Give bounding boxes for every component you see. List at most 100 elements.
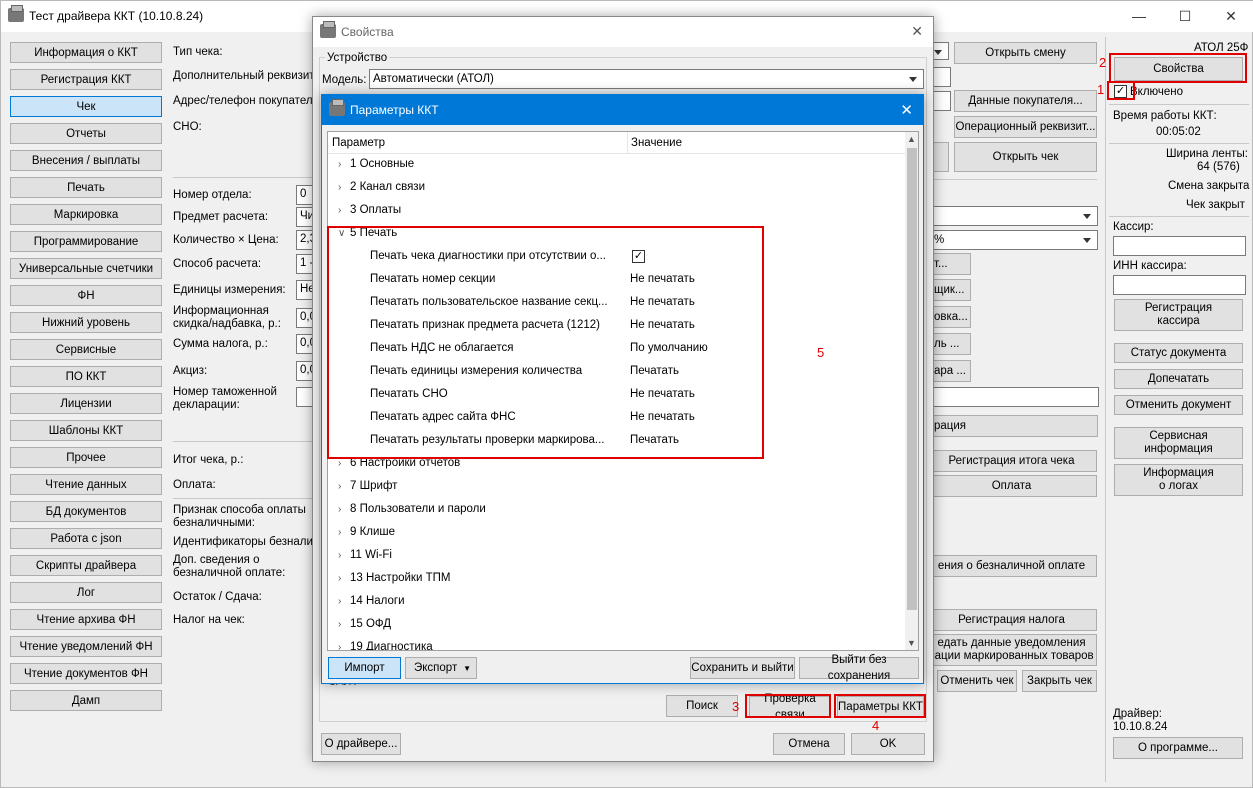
sidebar-item[interactable]: ПО ККТ [10,366,162,387]
marking-button[interactable]: овка... [933,306,971,328]
register-total-button[interactable]: Регистрация итога чека [926,450,1097,472]
sidebar-item[interactable]: Чтение документов ФН [10,663,162,684]
chevron-right-icon[interactable]: › [338,481,341,492]
extra-req-input[interactable] [933,67,951,87]
sidebar-item[interactable]: Отчеты [10,123,162,144]
sidebar-item[interactable]: Внесения / выплаты [10,150,162,171]
service-info-button[interactable]: Сервисная информация [1114,427,1243,459]
scrollbar[interactable]: ▲ ▼ [905,132,918,650]
sidebar-item[interactable]: Шаблоны ККТ [10,420,162,441]
close-button[interactable]: ✕ [1208,1,1253,32]
register-tax-button[interactable]: Регистрация налога [926,609,1097,631]
log-info-button[interactable]: Информация о логах [1114,464,1243,496]
buyer-addr-input[interactable] [933,91,951,111]
send-notification-button[interactable]: едать данные уведомления зации маркирова… [926,634,1097,666]
customs-more-button[interactable]: ара ... [933,360,971,382]
tree-group[interactable]: › 8 Пользователи и пароли [328,499,908,522]
maximize-button[interactable]: ☐ [1162,1,1208,32]
scroll-up-icon[interactable]: ▲ [907,134,916,144]
chevron-right-icon[interactable]: › [338,182,341,193]
chevron-right-icon[interactable]: › [338,619,341,630]
sidebar-item[interactable]: Печать [10,177,162,198]
tree-group[interactable]: › 2 Канал связи [328,177,908,200]
chevron-right-icon[interactable]: › [338,642,341,650]
tree-group[interactable]: › 14 Налоги [328,591,908,614]
tree-group[interactable]: › 3 Оплаты [328,200,908,223]
tree-group[interactable]: › 7 Шрифт [328,476,908,499]
close-icon[interactable]: ✕ [911,23,923,40]
sno-button[interactable] [933,142,949,172]
chevron-right-icon[interactable]: › [338,458,341,469]
reprint-button[interactable]: Допечатать [1114,369,1243,389]
noncash-info-button[interactable]: ения о безналичной оплате [926,555,1097,577]
sidebar-item[interactable]: Маркировка [10,204,162,225]
units-more-button[interactable]: щик... [933,279,971,301]
sidebar-item[interactable]: Чек [10,96,162,117]
sidebar-item[interactable]: Лог [10,582,162,603]
inn-input[interactable] [1113,275,1246,295]
ok-button[interactable]: OK [851,733,925,755]
sidebar-item[interactable]: Информация о ККТ [10,42,162,63]
cashier-input[interactable] [1113,236,1246,256]
cancel-button[interactable]: Отмена [773,733,845,755]
sidebar-item[interactable]: Прочее [10,447,162,468]
close-receipt-button[interactable]: Закрыть чек [1022,670,1097,692]
buyer-data-button[interactable]: Данные покупателя... [954,90,1097,112]
scroll-down-icon[interactable]: ▼ [907,638,916,648]
tree-group[interactable]: › 11 Wi-Fi [328,545,908,568]
sidebar-item[interactable]: Программирование [10,231,162,252]
tree-group[interactable]: › 1 Основные [328,154,908,177]
method-more-button[interactable]: т... [933,253,971,275]
cancel-doc-button[interactable]: Отменить документ [1114,395,1243,415]
payment-button[interactable]: Оплата [926,475,1097,497]
tree-group[interactable]: › 13 Настройки ТПМ [328,568,908,591]
sidebar-item[interactable]: Лицензии [10,393,162,414]
export-button[interactable]: Экспорт ▼ [405,657,477,679]
chevron-right-icon[interactable]: › [338,205,341,216]
register-cashier-button[interactable]: Регистрация кассира [1114,299,1243,331]
chevron-right-icon[interactable]: › [338,596,341,607]
about-driver-button[interactable]: О драйвере... [321,733,401,755]
close-icon[interactable]: ✕ [900,101,913,119]
subject-dropdown[interactable] [933,206,1098,226]
sidebar-item[interactable]: Скрипты драйвера [10,555,162,576]
chevron-right-icon[interactable]: › [338,550,341,561]
sidebar-item[interactable]: Чтение уведомлений ФН [10,636,162,657]
op-req-button[interactable]: Операционный реквизит... [954,116,1097,138]
exit-no-save-button[interactable]: Выйти без сохранения [799,654,919,682]
tree-group[interactable]: › 9 Клише [328,522,908,545]
model-dropdown[interactable]: Автоматически (АТОЛ) [369,69,924,89]
sidebar-item[interactable]: Сервисные [10,339,162,360]
tree-group[interactable]: › 19 Диагностика [328,637,908,650]
chevron-right-icon[interactable]: › [338,504,341,515]
sidebar-item[interactable]: Нижний уровень [10,312,162,333]
open-receipt-button[interactable]: Открыть чек [954,142,1097,172]
tree-group[interactable]: › 15 ОФД [328,614,908,637]
col-value-header[interactable]: Значение [631,137,682,149]
registration-button[interactable]: рация [933,415,1098,437]
scroll-thumb[interactable] [907,148,917,610]
sidebar-item[interactable]: Универсальные счетчики [10,258,162,279]
col-param-header[interactable]: Параметр [332,137,385,149]
excise-more-button[interactable]: ль ... [933,333,971,355]
sidebar-item[interactable]: Чтение данных [10,474,162,495]
receipt-type-dropdown[interactable] [933,42,949,60]
search-button[interactable]: Поиск [666,695,738,717]
chevron-right-icon[interactable]: › [338,159,341,170]
save-exit-button[interactable]: Сохранить и выйти [690,657,795,679]
qty-dropdown[interactable]: % [933,230,1098,250]
customs-decl-input[interactable] [933,387,1099,407]
import-button[interactable]: Импорт [328,657,401,679]
sidebar-item[interactable]: Работа с json [10,528,162,549]
chevron-right-icon[interactable]: › [338,527,341,538]
sidebar-item[interactable]: Дамп [10,690,162,711]
chevron-right-icon[interactable]: › [338,573,341,584]
sidebar-item[interactable]: Регистрация ККТ [10,69,162,90]
about-program-button[interactable]: О программе... [1113,737,1243,759]
sidebar-item[interactable]: Чтение архива ФН [10,609,162,630]
minimize-button[interactable]: — [1116,1,1162,32]
cancel-receipt-button[interactable]: Отменить чек [937,670,1017,692]
sidebar-item[interactable]: БД документов [10,501,162,522]
doc-status-button[interactable]: Статус документа [1114,343,1243,363]
sidebar-item[interactable]: ФН [10,285,162,306]
